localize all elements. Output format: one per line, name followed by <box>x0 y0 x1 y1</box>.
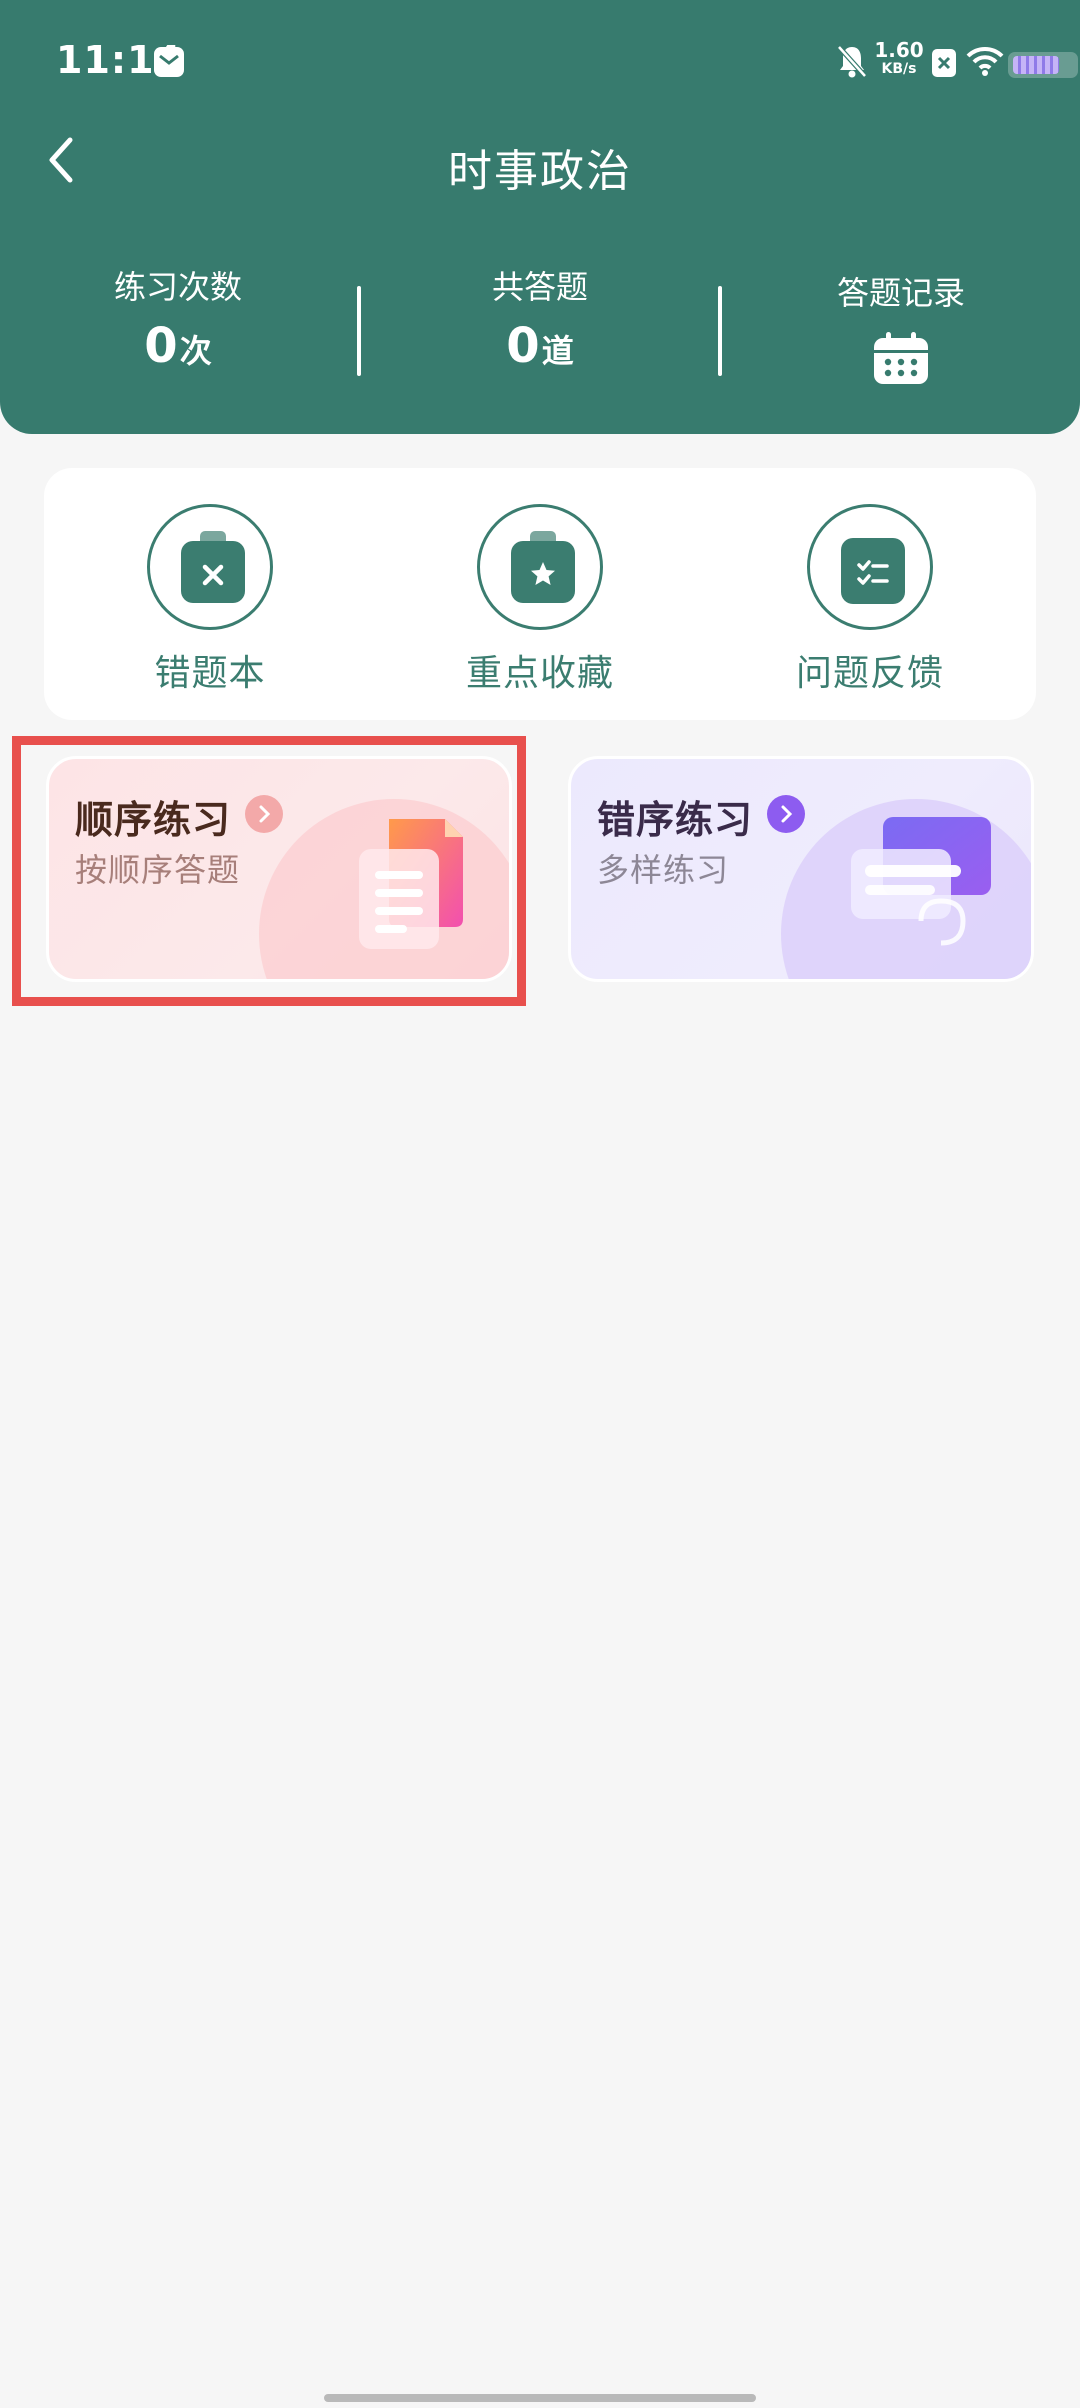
checklist-icon <box>807 504 933 630</box>
practice-count-number: 0 <box>144 318 178 374</box>
network-speed: 1.60 KB/s <box>874 40 924 76</box>
header: 11:14 1.60 KB/s 时事政治 练习次数 0次 共答题 0道 答题记录 <box>0 0 1080 434</box>
star-clipboard-icon <box>477 504 603 630</box>
sequential-practice-card[interactable]: 顺序练习 按顺序答题 <box>46 756 512 982</box>
tool-wrong-questions-label: 错题本 <box>154 653 266 694</box>
calendar-icon <box>872 330 930 386</box>
status-bar: 11:14 1.60 KB/s <box>0 0 1080 125</box>
mixed-practice-subtitle: 多样练习 <box>597 851 730 889</box>
stat-divider <box>357 286 361 376</box>
practice-count-unit: 次 <box>179 332 212 370</box>
total-answered-number: 0 <box>506 318 540 374</box>
stats-bar: 练习次数 0次 共答题 0道 答题记录 <box>0 258 1080 384</box>
sequential-practice-subtitle: 按顺序答题 <box>75 851 241 889</box>
stat-total-answered-value: 0道 <box>375 318 705 374</box>
tool-key-favorites[interactable]: 重点收藏 <box>440 504 640 696</box>
stat-total-answered-label: 共答题 <box>491 268 588 306</box>
chevron-right-icon <box>245 795 283 833</box>
quick-tools-card: 错题本 重点收藏 问题反馈 <box>44 468 1036 720</box>
x-clipboard-icon <box>147 504 273 630</box>
stat-practice-count: 练习次数 0次 <box>13 258 343 374</box>
tool-feedback-label: 问题反馈 <box>795 653 944 694</box>
stat-practice-count-label: 练习次数 <box>113 268 242 306</box>
tool-key-favorites-label: 重点收藏 <box>465 653 614 694</box>
message-notification-icon <box>154 47 184 77</box>
stat-divider <box>718 286 722 376</box>
wifi-icon <box>966 46 1004 80</box>
muted-bell-icon <box>836 44 868 82</box>
answer-record-label: 答题记录 <box>836 274 965 312</box>
card-stack-icon <box>845 809 995 963</box>
tool-feedback[interactable]: 问题反馈 <box>770 504 970 696</box>
battery-icon <box>1008 52 1078 78</box>
stat-total-answered: 共答题 0道 <box>375 258 705 374</box>
stat-practice-count-value: 0次 <box>13 318 343 374</box>
sequential-practice-title: 顺序练习 <box>75 798 232 842</box>
mixed-practice-card[interactable]: 错序练习 多样练习 <box>568 756 1034 982</box>
page-title: 时事政治 <box>448 146 632 197</box>
page-root: 11:14 1.60 KB/s 时事政治 练习次数 0次 共答题 0道 答题记录… <box>0 0 1080 2408</box>
home-indicator[interactable] <box>324 2394 756 2402</box>
chevron-right-icon <box>767 795 805 833</box>
network-speed-unit: KB/s <box>881 61 917 77</box>
sim-blocked-icon <box>932 49 956 77</box>
tool-wrong-questions[interactable]: 错题本 <box>110 504 310 696</box>
total-answered-unit: 道 <box>541 332 574 370</box>
answer-record-button[interactable]: 答题记录 <box>736 258 1066 386</box>
mixed-practice-title: 错序练习 <box>597 798 754 842</box>
network-speed-value: 1.60 <box>874 38 924 62</box>
document-icon <box>353 809 473 963</box>
